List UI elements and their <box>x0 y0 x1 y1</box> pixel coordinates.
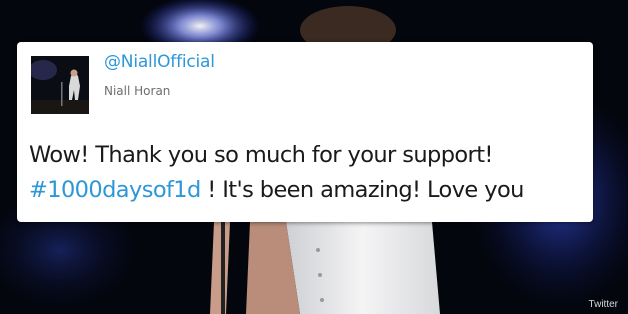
tweet-text-line-1: Wow! Thank you so much for your support! <box>29 142 493 168</box>
tweet-text-line-2-rest: ! It's been amazing! Love you <box>200 177 524 203</box>
avatar[interactable] <box>31 56 89 114</box>
twitter-handle-link[interactable]: @NiallOfficial <box>104 52 215 72</box>
tweet-text-line-2: #1000daysof1d ! It's been amazing! Love … <box>29 173 585 208</box>
display-name: Niall Horan <box>104 84 171 98</box>
concert-stage-avatar-icon <box>31 56 89 114</box>
tweet-text: Wow! Thank you so much for your support!… <box>29 138 585 208</box>
tweet-card: @NiallOfficial Niall Horan Wow! Thank yo… <box>17 42 593 222</box>
hashtag-link[interactable]: #1000daysof1d <box>29 177 201 203</box>
photo-credit: Twitter <box>588 299 618 310</box>
